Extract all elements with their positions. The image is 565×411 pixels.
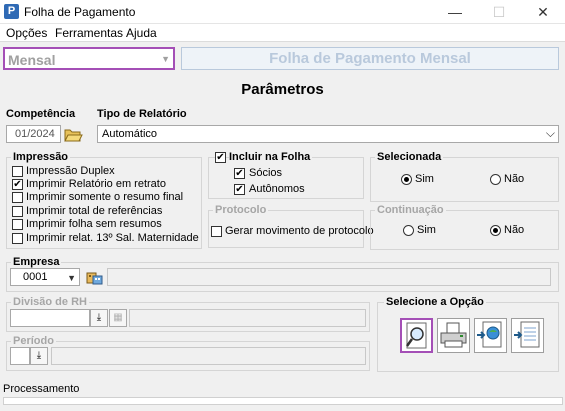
maximize-button: ☐ xyxy=(492,4,506,20)
empresa-name-field xyxy=(107,268,551,286)
continuacao-sim-label: Sim xyxy=(417,224,436,236)
relatorio-retrato-label: Imprimir Relatório em retrato xyxy=(26,178,166,190)
menu-bar: Opções Ferramentas Ajuda xyxy=(0,24,565,42)
impressao-duplex-label: Impressão Duplex xyxy=(26,165,115,177)
checkbox-relatorio-retrato[interactable]: ✔ xyxy=(12,179,23,190)
total-referencias-label: Imprimir total de referências xyxy=(26,205,163,217)
chevron-down-icon: ▼ xyxy=(67,273,76,283)
preview-button[interactable] xyxy=(400,318,433,353)
empresa-title: Empresa xyxy=(11,256,62,268)
periodo-title: Período xyxy=(11,335,56,347)
status-text: Processamento xyxy=(3,383,80,395)
download-arrow-icon[interactable]: ⤓ xyxy=(90,309,108,327)
radio-selecionada-sim[interactable] xyxy=(401,174,412,185)
checkbox-folha-sem-resumos[interactable] xyxy=(12,219,23,230)
company-lookup-icon[interactable] xyxy=(86,268,104,286)
send-document-button[interactable] xyxy=(511,318,544,353)
folder-open-icon[interactable] xyxy=(63,125,83,143)
export-button[interactable] xyxy=(474,318,507,353)
competencia-value: 01/2024 xyxy=(15,128,55,140)
continuacao-group: Continuação xyxy=(370,204,559,250)
socios-label: Sócios xyxy=(249,167,283,179)
competencia-field[interactable]: 01/2024 xyxy=(6,125,61,143)
window-title: Folha de Pagamento xyxy=(24,5,136,19)
checkbox-autonomos[interactable]: ✔ xyxy=(234,184,245,195)
periodo-name-field xyxy=(51,347,366,365)
empresa-value: 0001 xyxy=(23,271,48,283)
mode-select-value: Mensal xyxy=(8,52,56,68)
periodo-field[interactable] xyxy=(10,347,30,365)
autonomos-label: Autônomos xyxy=(249,183,305,195)
radio-continuacao-nao[interactable] xyxy=(490,225,501,236)
printer-icon xyxy=(440,322,467,348)
tipo-relatorio-label: Tipo de Relatório xyxy=(97,108,187,120)
checkbox-resumo-final[interactable] xyxy=(12,192,23,203)
selecionada-title: Selecionada xyxy=(375,151,444,163)
close-button[interactable]: ✕ xyxy=(521,0,565,24)
continuacao-nao-label: Não xyxy=(504,224,525,236)
document-icon xyxy=(514,321,540,348)
selecionada-nao-label: Não xyxy=(504,173,525,185)
protocolo-title: Protocolo xyxy=(213,204,269,216)
selecione-title: Selecione a Opção xyxy=(384,296,486,308)
radio-selecionada-nao[interactable] xyxy=(490,174,501,185)
empresa-select[interactable]: 0001 ▼ xyxy=(10,268,80,286)
impressao-title: Impressão xyxy=(11,151,71,163)
competencia-label: Competência xyxy=(6,108,76,120)
tipo-relatorio-value: Automático xyxy=(102,128,158,140)
menu-ajuda[interactable]: Ajuda xyxy=(126,26,157,40)
checkbox-socios[interactable]: ✔ xyxy=(234,168,245,179)
page-title: Parâmetros xyxy=(241,81,324,98)
tipo-relatorio-select[interactable]: Automático ⌵ xyxy=(97,125,559,143)
mode-select[interactable]: Mensal ▼ xyxy=(3,47,175,70)
report-title-box: Folha de Pagamento Mensal xyxy=(181,47,559,70)
checkbox-incluir-na-folha[interactable]: ✔ xyxy=(215,152,226,163)
13-sal-maternidade-label: Imprimir relat. 13º Sal. Maternidade xyxy=(26,232,199,244)
print-button[interactable] xyxy=(437,318,470,353)
checkbox-impressao-duplex[interactable] xyxy=(12,166,23,177)
incluir-title: Incluir na Folha xyxy=(229,151,313,163)
divisao-field[interactable] xyxy=(10,309,90,327)
chevron-down-icon: ▼ xyxy=(161,54,170,64)
title-bar: P Folha de Pagamento — ☐ ✕ xyxy=(0,0,565,24)
selecionada-sim-label: Sim xyxy=(415,173,434,185)
divisao-title: Divisão de RH xyxy=(11,296,89,308)
download-arrow-icon[interactable]: ⤓ xyxy=(30,347,48,365)
progress-bar xyxy=(3,397,563,405)
menu-ferramentas[interactable]: Ferramentas xyxy=(55,26,123,40)
checkbox-total-referencias[interactable] xyxy=(12,206,23,217)
folha-sem-resumos-label: Imprimir folha sem resumos xyxy=(26,218,162,230)
export-document-icon xyxy=(477,321,502,348)
checkbox-13-sal-maternidade[interactable] xyxy=(12,233,23,244)
continuacao-title: Continuação xyxy=(375,204,446,216)
lookup-grid-icon: ▦ xyxy=(109,309,127,327)
minimize-button[interactable]: — xyxy=(433,0,477,24)
magnifier-icon xyxy=(405,322,427,349)
menu-opcoes[interactable]: Opções xyxy=(6,26,47,40)
selecionada-group: Selecionada xyxy=(370,151,559,202)
checkbox-gerar-protocolo[interactable] xyxy=(211,226,222,237)
radio-continuacao-sim[interactable] xyxy=(403,225,414,236)
app-icon: P xyxy=(4,4,19,19)
gerar-protocolo-label: Gerar movimento de protocolo xyxy=(225,225,374,237)
chevron-down-icon: ⌵ xyxy=(545,126,555,140)
divisao-name-field xyxy=(129,309,366,327)
resumo-final-label: Imprimir somente o resumo final xyxy=(26,191,184,203)
